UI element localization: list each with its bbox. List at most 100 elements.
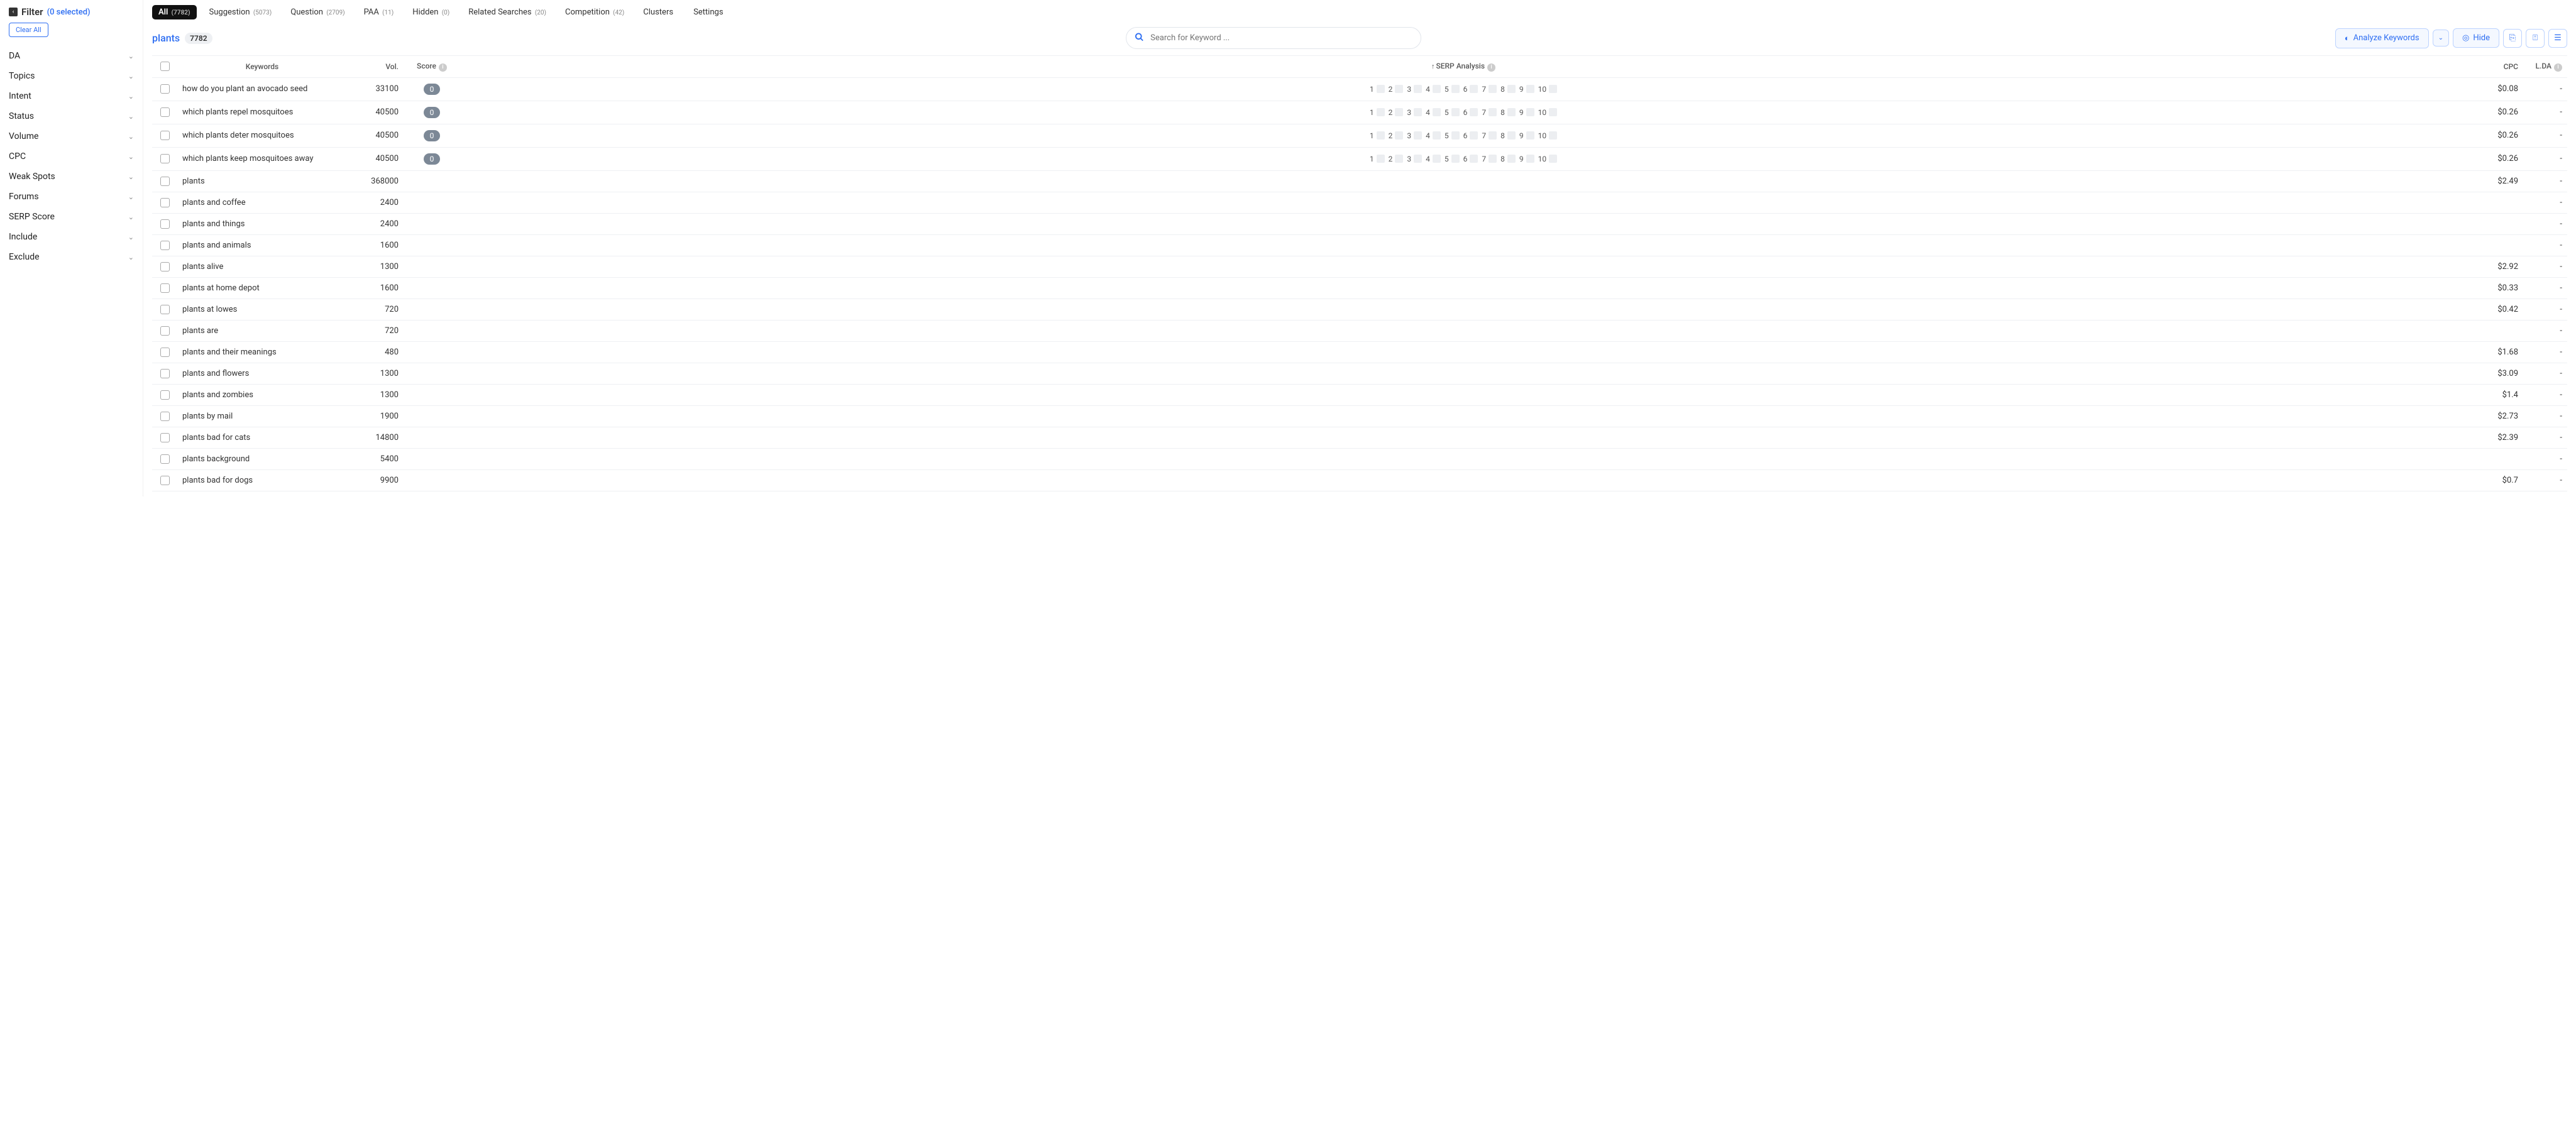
cell-keyword[interactable]: which plants keep mosquitoes away bbox=[177, 147, 347, 170]
row-checkbox[interactable] bbox=[160, 433, 170, 442]
row-checkbox[interactable] bbox=[160, 107, 170, 117]
serp-pos[interactable]: 10 bbox=[1538, 108, 1558, 117]
row-checkbox[interactable] bbox=[160, 390, 170, 400]
filter-item-da[interactable]: DA⌄ bbox=[9, 46, 134, 66]
tab-all[interactable]: All (7782) bbox=[152, 5, 197, 19]
row-checkbox[interactable] bbox=[160, 305, 170, 314]
serp-pos[interactable]: 8 bbox=[1500, 108, 1516, 117]
serp-pos[interactable]: 1 bbox=[1370, 155, 1385, 163]
serp-pos[interactable]: 8 bbox=[1500, 155, 1516, 163]
serp-pos[interactable]: 6 bbox=[1463, 108, 1478, 117]
filter-item-exclude[interactable]: Exclude⌄ bbox=[9, 247, 134, 267]
filter-item-weak-spots[interactable]: Weak Spots⌄ bbox=[9, 167, 134, 187]
export-button[interactable]: ⍐ bbox=[2526, 29, 2545, 48]
serp-pos[interactable]: 1 bbox=[1370, 108, 1385, 117]
serp-pos[interactable]: 10 bbox=[1538, 155, 1558, 163]
cell-keyword[interactable]: plants by mail bbox=[177, 406, 347, 427]
collapse-icon[interactable]: ‹ bbox=[9, 8, 18, 16]
serp-pos[interactable]: 2 bbox=[1389, 131, 1404, 140]
serp-pos[interactable]: 7 bbox=[1482, 85, 1497, 94]
serp-pos[interactable]: 4 bbox=[1426, 108, 1441, 117]
row-checkbox[interactable] bbox=[160, 84, 170, 94]
serp-pos[interactable]: 10 bbox=[1538, 131, 1558, 140]
cell-keyword[interactable]: plants bad for dogs bbox=[177, 470, 347, 491]
cell-keyword[interactable]: plants bad for cats bbox=[177, 427, 347, 449]
serp-pos[interactable]: 7 bbox=[1482, 108, 1497, 117]
row-checkbox[interactable] bbox=[160, 219, 170, 229]
serp-pos[interactable]: 7 bbox=[1482, 155, 1497, 163]
cell-keyword[interactable]: plants and things bbox=[177, 213, 347, 234]
info-icon[interactable]: i bbox=[2554, 63, 2562, 72]
row-checkbox[interactable] bbox=[160, 476, 170, 485]
tab-clusters[interactable]: Clusters bbox=[637, 5, 681, 19]
serp-pos[interactable]: 1 bbox=[1370, 131, 1385, 140]
tab-question[interactable]: Question (2709) bbox=[284, 5, 351, 19]
info-icon[interactable]: i bbox=[1487, 63, 1495, 72]
analyze-dropdown-toggle[interactable]: ⌄ bbox=[2433, 30, 2449, 47]
serp-pos[interactable]: 5 bbox=[1445, 155, 1460, 163]
col-cpc[interactable]: CPC bbox=[2467, 56, 2523, 78]
serp-pos[interactable]: 4 bbox=[1426, 155, 1441, 163]
filter-item-cpc[interactable]: CPC⌄ bbox=[9, 146, 134, 167]
serp-pos[interactable]: 9 bbox=[1519, 85, 1534, 94]
serp-pos[interactable]: 9 bbox=[1519, 131, 1534, 140]
col-keywords[interactable]: Keywords bbox=[177, 56, 347, 78]
row-checkbox[interactable] bbox=[160, 283, 170, 293]
serp-pos[interactable]: 2 bbox=[1389, 108, 1404, 117]
row-checkbox[interactable] bbox=[160, 348, 170, 357]
row-checkbox[interactable] bbox=[160, 262, 170, 271]
serp-pos[interactable]: 1 bbox=[1370, 85, 1385, 94]
keyword-text[interactable]: plants bbox=[152, 32, 180, 44]
tab-settings[interactable]: Settings bbox=[687, 5, 730, 19]
row-checkbox[interactable] bbox=[160, 326, 170, 336]
tab-competition[interactable]: Competition (42) bbox=[559, 5, 630, 19]
filter-item-intent[interactable]: Intent⌄ bbox=[9, 86, 134, 106]
serp-pos[interactable]: 4 bbox=[1426, 85, 1441, 94]
cell-keyword[interactable]: how do you plant an avocado seed bbox=[177, 77, 347, 101]
col-vol[interactable]: Vol. bbox=[347, 56, 404, 78]
serp-pos[interactable]: 9 bbox=[1519, 155, 1534, 163]
cell-keyword[interactable]: plants and coffee bbox=[177, 192, 347, 213]
filter-item-include[interactable]: Include⌄ bbox=[9, 227, 134, 247]
filter-item-forums[interactable]: Forums⌄ bbox=[9, 187, 134, 207]
row-checkbox[interactable] bbox=[160, 198, 170, 207]
cell-keyword[interactable]: plants and their meanings bbox=[177, 342, 347, 363]
col-lda[interactable]: L.DAi bbox=[2523, 56, 2567, 78]
serp-pos[interactable]: 5 bbox=[1445, 108, 1460, 117]
cell-keyword[interactable]: plants bbox=[177, 170, 347, 192]
tab-hidden[interactable]: Hidden (0) bbox=[406, 5, 456, 19]
row-checkbox[interactable] bbox=[160, 131, 170, 140]
analyze-keywords-button[interactable]: ◐ Analyze Keywords bbox=[2335, 28, 2429, 48]
copy-button[interactable]: ⎘ bbox=[2503, 29, 2522, 48]
serp-pos[interactable]: 10 bbox=[1538, 85, 1558, 94]
serp-pos[interactable]: 8 bbox=[1500, 85, 1516, 94]
serp-pos[interactable]: 5 bbox=[1445, 131, 1460, 140]
cell-keyword[interactable]: which plants deter mosquitoes bbox=[177, 124, 347, 147]
cell-keyword[interactable]: plants and flowers bbox=[177, 363, 347, 385]
row-checkbox[interactable] bbox=[160, 412, 170, 421]
filter-item-topics[interactable]: Topics⌄ bbox=[9, 66, 134, 86]
filter-item-status[interactable]: Status⌄ bbox=[9, 106, 134, 126]
tab-paa[interactable]: PAA (11) bbox=[358, 5, 400, 19]
row-checkbox[interactable] bbox=[160, 454, 170, 464]
serp-pos[interactable]: 7 bbox=[1482, 131, 1497, 140]
tab-related-searches[interactable]: Related Searches (20) bbox=[462, 5, 553, 19]
serp-pos[interactable]: 3 bbox=[1407, 131, 1422, 140]
cell-keyword[interactable]: plants alive bbox=[177, 256, 347, 277]
cell-keyword[interactable]: plants at lowes bbox=[177, 299, 347, 320]
search-input[interactable] bbox=[1126, 27, 1421, 49]
cell-keyword[interactable]: plants background bbox=[177, 449, 347, 470]
select-all-checkbox[interactable] bbox=[160, 62, 170, 71]
hide-button[interactable]: ◎ Hide bbox=[2453, 28, 2499, 48]
info-icon[interactable]: i bbox=[439, 63, 447, 72]
serp-pos[interactable]: 5 bbox=[1445, 85, 1460, 94]
serp-pos[interactable]: 4 bbox=[1426, 131, 1441, 140]
row-checkbox[interactable] bbox=[160, 154, 170, 163]
serp-pos[interactable]: 6 bbox=[1463, 155, 1478, 163]
filter-item-serp-score[interactable]: SERP Score⌄ bbox=[9, 207, 134, 227]
cell-keyword[interactable]: plants at home depot bbox=[177, 277, 347, 299]
row-checkbox[interactable] bbox=[160, 369, 170, 378]
list-settings-button[interactable]: ☰ bbox=[2548, 29, 2567, 48]
col-score[interactable]: Scorei bbox=[404, 56, 460, 78]
cell-keyword[interactable]: plants and animals bbox=[177, 234, 347, 256]
